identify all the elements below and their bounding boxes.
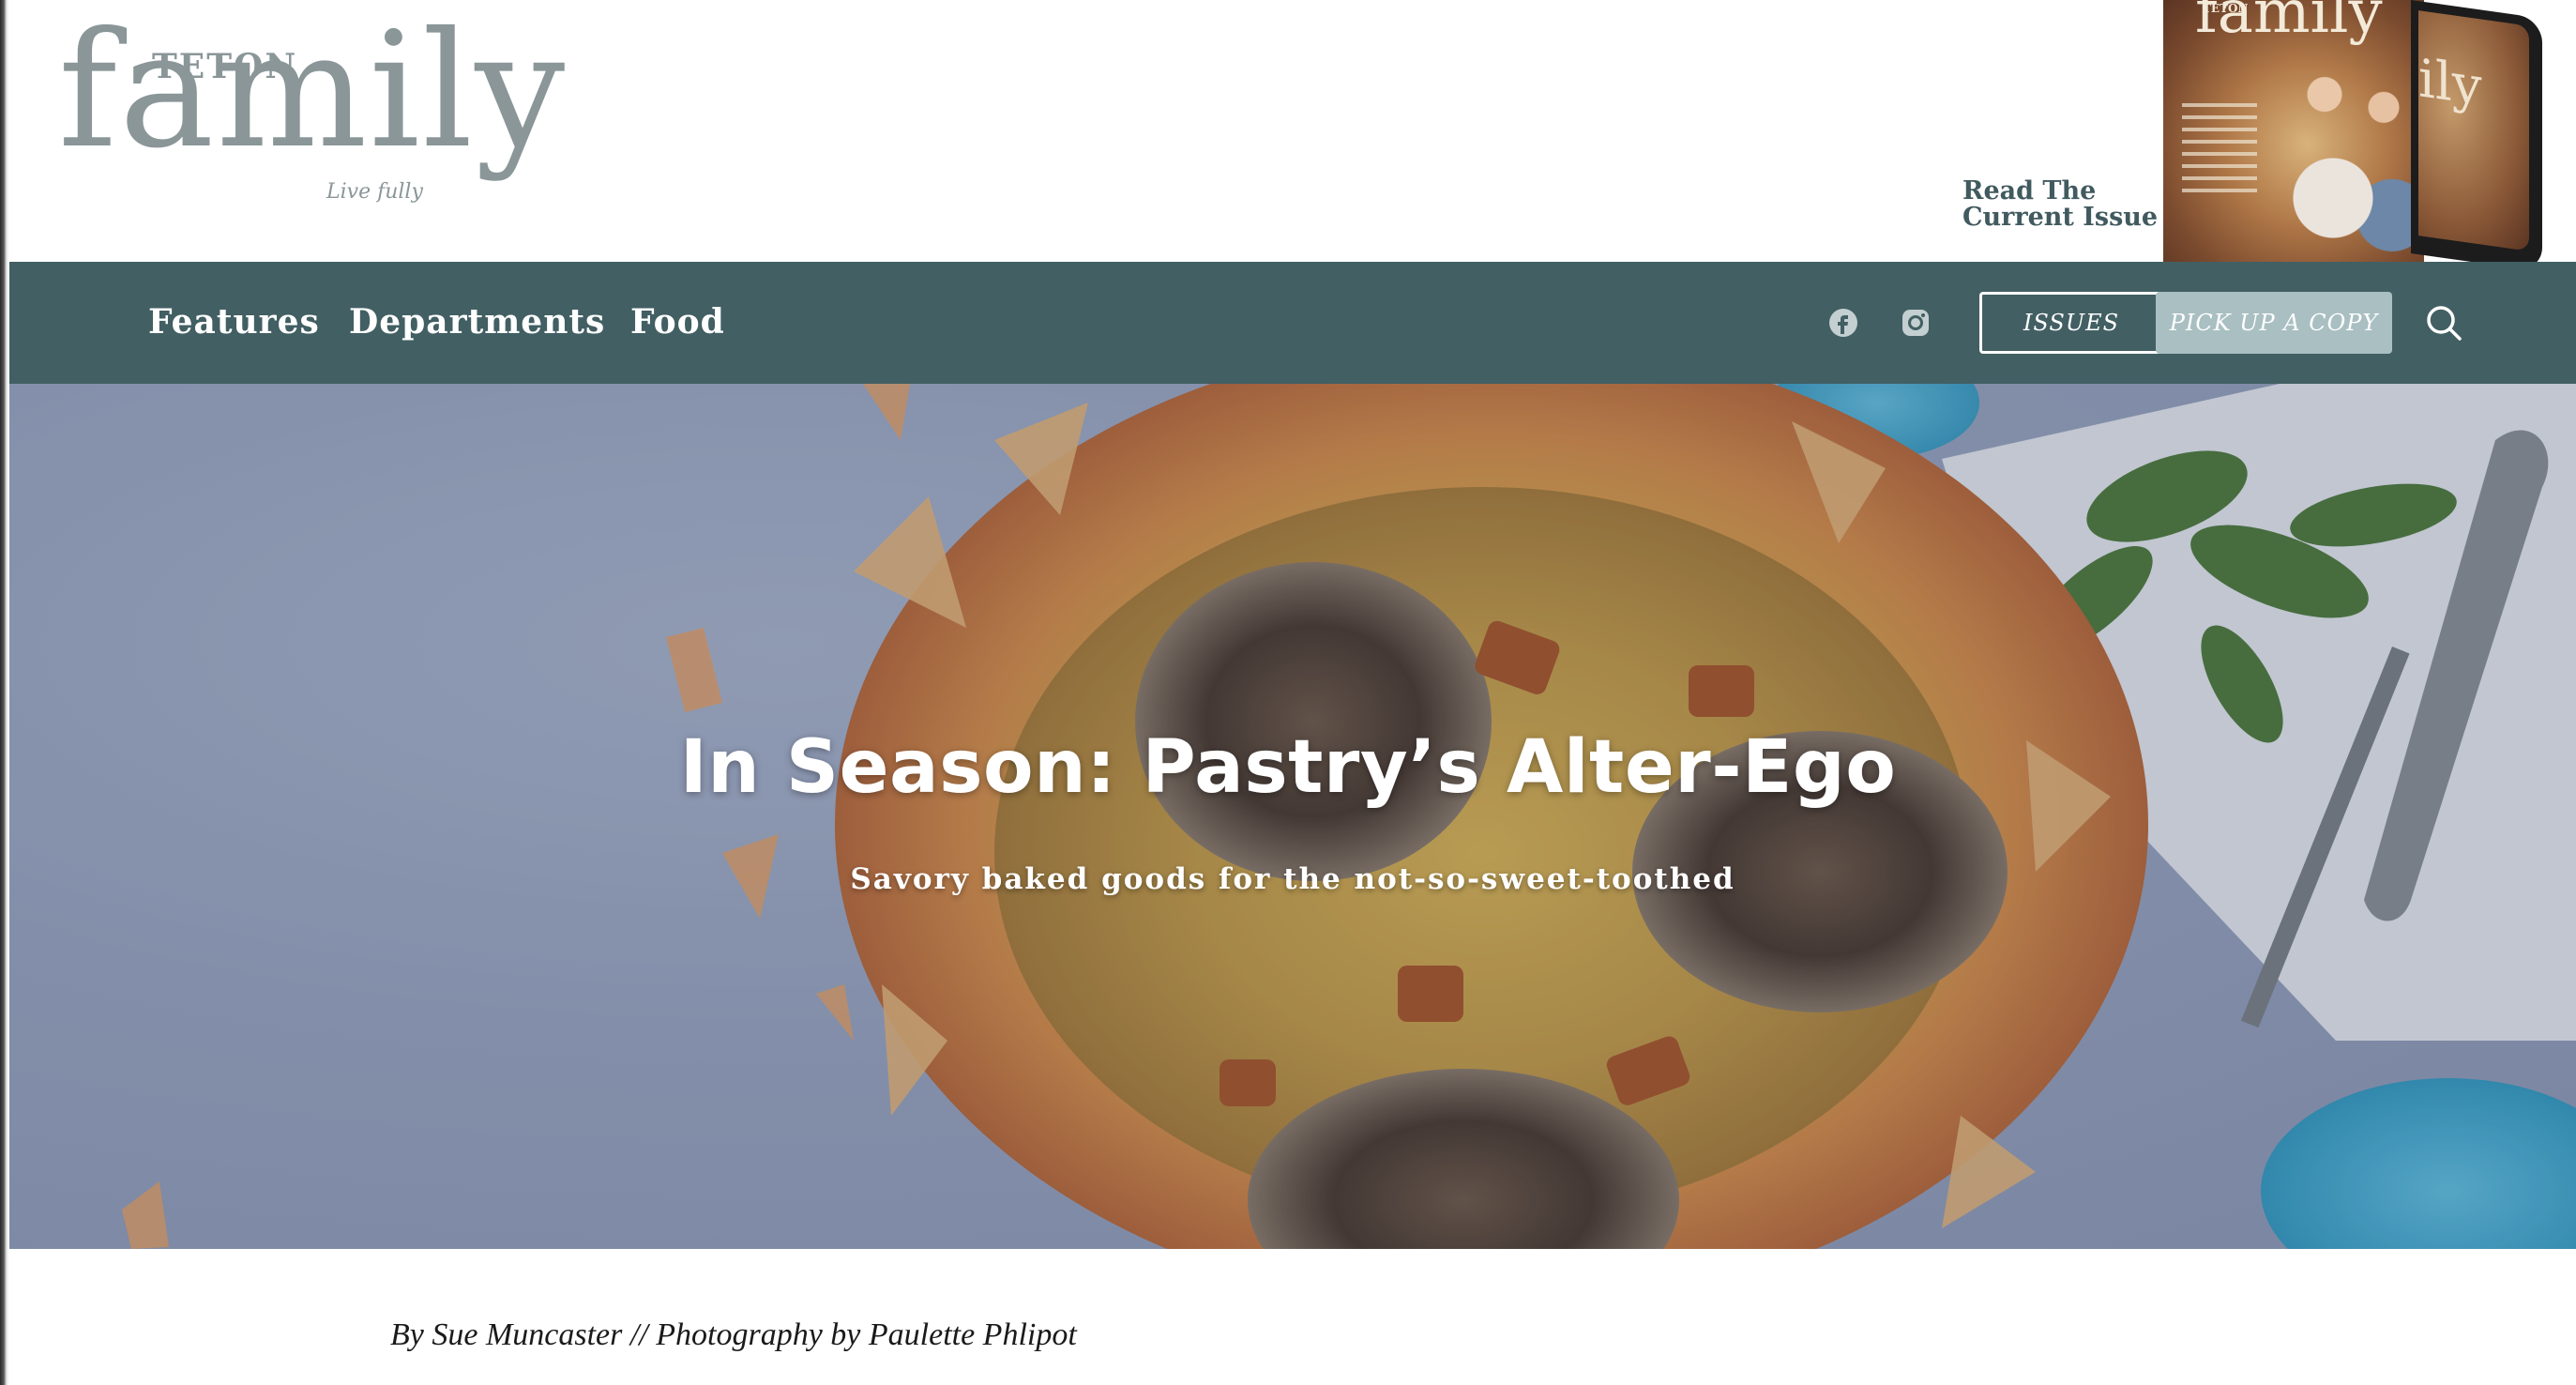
nav-link-food[interactable]: Food bbox=[630, 300, 725, 343]
read-issue-line2: Current Issue bbox=[1962, 203, 2159, 232]
logo-main-text: family bbox=[58, 0, 568, 184]
hero-overlay bbox=[9, 384, 2576, 1249]
read-current-issue-link[interactable]: Read The Current Issue bbox=[1962, 178, 2178, 231]
pick-up-a-copy-button[interactable]: PICK UP A COPY bbox=[2156, 292, 2392, 354]
tablet-screen: ily bbox=[2418, 10, 2529, 251]
site-logo[interactable]: family TETON Live fully bbox=[58, 4, 565, 216]
site-header: family TETON Live fully Read The Current… bbox=[9, 0, 2576, 272]
magazine-cover-image[interactable]: TETON family bbox=[2163, 0, 2424, 262]
nav-link-departments[interactable]: Departments bbox=[349, 300, 605, 343]
cover-photo bbox=[2257, 47, 2424, 262]
nav-link-features[interactable]: Features bbox=[148, 300, 320, 343]
tablet-screen-text: ily bbox=[2418, 48, 2482, 118]
cover-title: family bbox=[2195, 0, 2383, 47]
read-issue-line1: Read The bbox=[1962, 176, 2097, 205]
main-navigation: Features Departments Food ISSUES PICK UP… bbox=[9, 262, 2576, 384]
logo-top-text: TETON bbox=[152, 47, 298, 86]
page: family TETON Live fully Read The Current… bbox=[0, 0, 2576, 1385]
hero-banner: In Season: Pastry’s Alter-Ego Savory bak… bbox=[9, 384, 2576, 1249]
article-title: In Season: Pastry’s Alter-Ego bbox=[679, 725, 1897, 810]
issues-button[interactable]: ISSUES bbox=[1979, 292, 2163, 354]
article-byline: By Sue Muncaster // Photography by Paule… bbox=[390, 1317, 1077, 1352]
facebook-icon[interactable] bbox=[1827, 307, 1859, 339]
cover-headlines bbox=[2182, 103, 2257, 201]
window-edge bbox=[0, 0, 9, 1385]
article-subtitle: Savory baked goods for the not-so-sweet-… bbox=[850, 862, 1735, 896]
tablet-image: ily bbox=[2411, 0, 2542, 272]
logo-tagline: Live fully bbox=[326, 180, 423, 204]
instagram-icon[interactable] bbox=[1900, 307, 1932, 339]
search-icon[interactable] bbox=[2424, 303, 2463, 342]
